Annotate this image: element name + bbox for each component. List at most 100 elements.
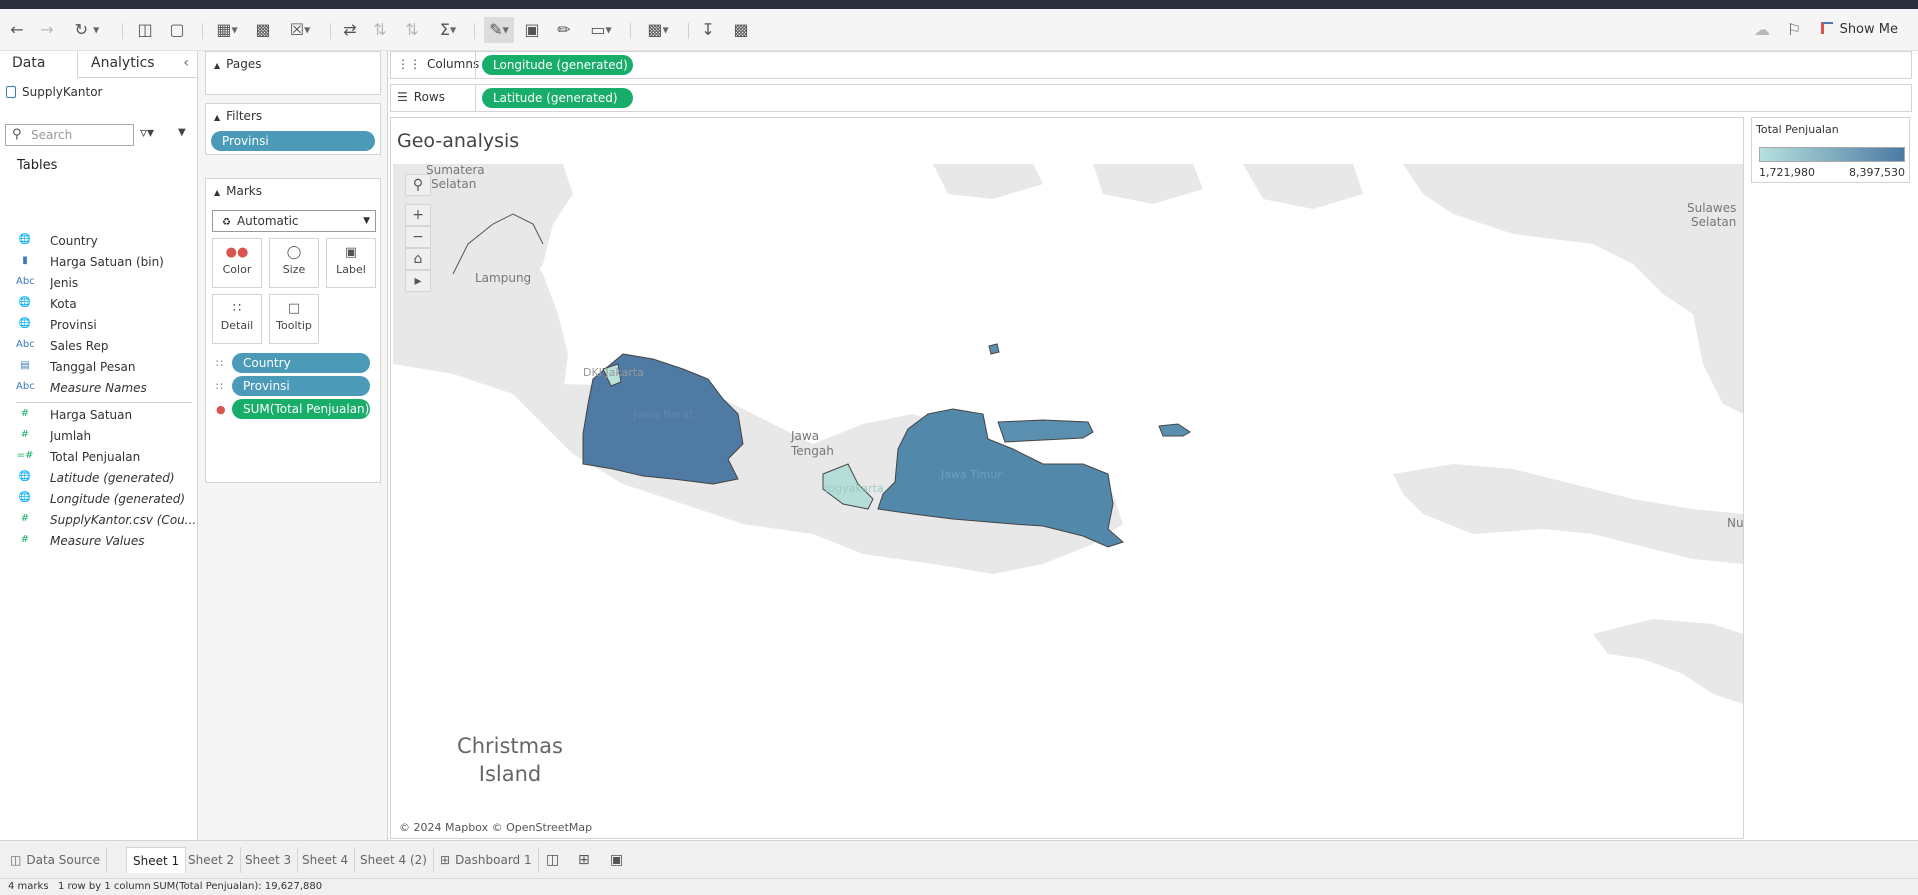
field-dimension[interactable]: Abc Jenis <box>16 275 192 295</box>
map-tools-expand-icon[interactable]: ▸ <box>405 270 431 292</box>
map-label-jawa-barat: Jawa Barat <box>633 408 694 421</box>
rows-shelf[interactable]: ☰ Rows Latitude (generated) <box>390 84 1912 112</box>
field-label: Sales Rep <box>50 339 109 353</box>
swap-rows-columns-icon[interactable]: ⇄ <box>338 17 362 43</box>
show-mark-labels-icon[interactable]: ▣ <box>520 17 544 43</box>
field-dimension[interactable]: Abc Measure Names <box>16 380 192 400</box>
sheet-tab-bar: ◫ Data Source Sheet 1 Sheet 2 Sheet 3 She… <box>0 840 1918 878</box>
string-icon: Abc <box>16 339 35 350</box>
globe-icon: 🌐 <box>18 492 32 503</box>
tab-sheet-2[interactable]: Sheet 2 <box>182 847 242 873</box>
field-measure[interactable]: # Measure Values <box>16 533 192 553</box>
collapse-pane-icon[interactable]: ‹ <box>183 55 189 71</box>
totals-icon[interactable]: Σ▼ <box>432 17 464 43</box>
field-measure[interactable]: 🌐 Longitude (generated) <box>16 491 192 511</box>
tooltip-pin-icon[interactable]: ⚐ <box>1782 17 1806 43</box>
new-worksheet-icon[interactable]: ▦▼ <box>210 17 244 43</box>
field-dimension[interactable]: Abc Sales Rep <box>16 338 192 358</box>
field-dimension[interactable]: ▤ Tanggal Pesan <box>16 359 192 379</box>
filter-fields-icon[interactable]: ▿▾ <box>140 125 154 141</box>
filter-pill-provinsi[interactable]: Provinsi <box>211 131 375 151</box>
show-cards-icon[interactable]: ▩▼ <box>640 17 676 43</box>
pause-updates-icon[interactable]: ▢ <box>165 17 189 43</box>
field-measure[interactable]: 🌐 Latitude (generated) <box>16 470 192 490</box>
map-canvas[interactable]: Sumatera Selatan Lampung Jawa Tengah Sul… <box>393 164 1743 838</box>
collapse-caret-icon[interactable]: ▲ <box>214 188 220 197</box>
field-dimension[interactable]: 🌐 Provinsi <box>16 317 192 337</box>
marks-tooltip-button[interactable]: □ Tooltip <box>269 294 319 344</box>
map-search-icon[interactable]: ⚲ <box>405 174 431 196</box>
datasource-item[interactable]: SupplyKantor <box>6 85 103 99</box>
tab-sheet-4[interactable]: Sheet 4 <box>296 847 356 873</box>
zoom-in-icon[interactable]: + <box>405 204 431 226</box>
shelves-pane: ▲ Pages ▲ Filters Provinsi ▲ Marks ♻ Automat… <box>198 51 388 840</box>
tab-sheet-3[interactable]: Sheet 3 <box>239 847 299 873</box>
field-measure[interactable]: =# Total Penjualan <box>16 449 192 469</box>
collapse-caret-icon[interactable]: ▲ <box>214 61 220 70</box>
field-measure[interactable]: # Harga Satuan <box>16 407 192 427</box>
legend-gradient <box>1759 147 1905 162</box>
search-input[interactable]: ⚲ Search <box>5 124 134 146</box>
home-icon[interactable]: ⌂ <box>405 248 431 270</box>
field-dimension[interactable]: ▮ Harga Satuan (bin) <box>16 254 192 274</box>
province-jawa-timur-islet[interactable] <box>988 343 1000 355</box>
status-dimensions: 1 row by 1 column <box>58 881 151 892</box>
map-view[interactable]: Sumatera Selatan Lampung Jawa Tengah Sul… <box>393 164 1743 838</box>
data-pane-tabs: Data Analytics ‹ <box>0 51 197 78</box>
new-worksheet-icon[interactable]: ◫ <box>540 847 565 873</box>
share-icon[interactable]: ☁ <box>1750 17 1774 43</box>
clear-sheet-icon[interactable]: ☒▼ <box>283 17 317 43</box>
color-legend[interactable]: Total Penjualan 1,721,980 8,397,530 <box>1751 117 1910 183</box>
zoom-out-icon[interactable]: − <box>405 226 431 248</box>
tab-sheet-1[interactable]: Sheet 1 <box>126 847 187 873</box>
columns-pill-longitude[interactable]: Longitude (generated) <box>482 55 633 75</box>
new-story-icon[interactable]: ▣ <box>604 847 629 873</box>
redo-icon[interactable]: → <box>36 17 58 43</box>
datasource-icon <box>6 86 16 98</box>
presentation-mode-icon[interactable]: ▩ <box>728 17 754 43</box>
field-measure[interactable]: # Jumlah <box>16 428 192 448</box>
legend-max: 8,397,530 <box>1849 166 1905 179</box>
tab-data[interactable]: Data <box>12 55 45 71</box>
data-pane-menu-icon[interactable]: ▼ <box>178 127 186 138</box>
sort-ascending-icon[interactable]: ⇅ <box>368 17 392 43</box>
chevron-down-icon: ▼ <box>363 216 370 226</box>
new-datasource-icon[interactable]: ◫ <box>133 17 157 43</box>
collapse-caret-icon[interactable]: ▲ <box>214 113 220 122</box>
marks-card: ▲ Marks ♻ Automatic ▼ ●● Color ◯ Size ▣ Label… <box>205 178 381 483</box>
show-me-button[interactable]: Show Me <box>1820 17 1898 43</box>
tab-sheet-4-2[interactable]: Sheet 4 (2) <box>354 847 434 873</box>
mark-pill-country[interactable]: Country <box>232 353 370 373</box>
sort-descending-icon[interactable]: ⇅ <box>400 17 424 43</box>
highlight-icon[interactable]: ✎▼ <box>484 17 514 43</box>
columns-shelf[interactable]: ⋮⋮ Columns Longitude (generated) <box>390 51 1912 79</box>
marks-detail-button[interactable]: ∷ Detail <box>212 294 262 344</box>
tab-dashboard-1[interactable]: ⊞ Dashboard 1 <box>434 847 539 873</box>
download-icon[interactable]: ↧ <box>696 17 720 43</box>
filters-card[interactable]: ▲ Filters Provinsi <box>205 103 381 155</box>
undo-icon[interactable]: ← <box>6 17 28 43</box>
province-jawa-timur-islands[interactable] <box>1158 423 1191 437</box>
mark-type-select[interactable]: ♻ Automatic ▼ <box>212 210 376 232</box>
mark-pill-provinsi[interactable]: Provinsi <box>232 376 370 396</box>
fit-icon[interactable]: ▭▼ <box>584 17 618 43</box>
tab-data-source[interactable]: ◫ Data Source <box>4 847 108 873</box>
format-workbook-icon[interactable]: ✏ <box>552 17 576 43</box>
field-dimension[interactable]: 🌐 Country <box>16 233 192 253</box>
field-measure[interactable]: # SupplyKantor.csv (Cou... <box>16 512 196 532</box>
marks-label-button[interactable]: ▣ Label <box>326 238 376 288</box>
tab-analytics[interactable]: Analytics <box>91 55 155 71</box>
map-label-lampung: Lampung <box>475 271 531 285</box>
marks-color-button[interactable]: ●● Color <box>212 238 262 288</box>
field-dimension[interactable]: 🌐 Kota <box>16 296 192 316</box>
marks-size-button[interactable]: ◯ Size <box>269 238 319 288</box>
replay-icon[interactable]: ↻ ▼ <box>66 17 108 43</box>
pages-card[interactable]: ▲ Pages <box>205 51 381 95</box>
rows-pill-latitude[interactable]: Latitude (generated) <box>482 88 633 108</box>
detail-icon: ∷ <box>216 357 223 370</box>
field-label: Tanggal Pesan <box>50 360 136 374</box>
province-jawa-timur-madura[interactable] <box>997 419 1094 443</box>
mark-pill-sum-total-penjualan[interactable]: SUM(Total Penjualan) <box>232 399 370 419</box>
duplicate-sheet-icon[interactable]: ▩ <box>250 17 276 43</box>
new-dashboard-icon[interactable]: ⊞ <box>572 847 596 873</box>
